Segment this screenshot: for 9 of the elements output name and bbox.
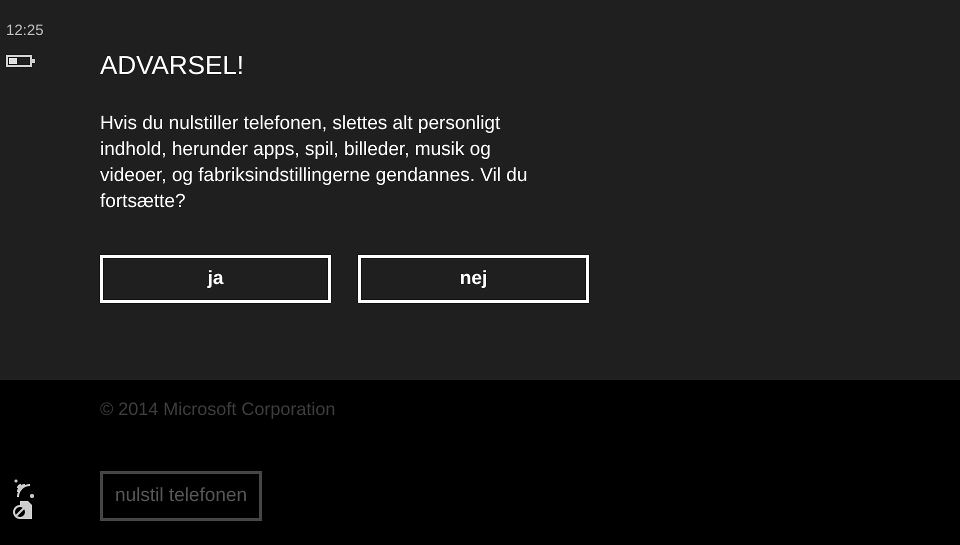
- clock-time: 12:25: [6, 22, 44, 39]
- dialog-button[interactable]: nej: [358, 255, 589, 303]
- dialog-title: ADVARSEL!: [100, 50, 246, 81]
- dialog-button[interactable]: ja: [100, 255, 331, 303]
- sim-icon: [12, 500, 34, 520]
- dialog-message: Hvis du nulstiller telefonen, slettes alt personligt indhold, herunder apps, spil, billeder, musik og videoer, og fabriksindstillingerne gendannes. Vil du fortsætte?: [100, 112, 528, 214]
- battery-icon: [6, 55, 36, 67]
- copyright-text: © 2014 Microsoft Corporation: [100, 399, 336, 420]
- wifi-icon: [12, 478, 36, 500]
